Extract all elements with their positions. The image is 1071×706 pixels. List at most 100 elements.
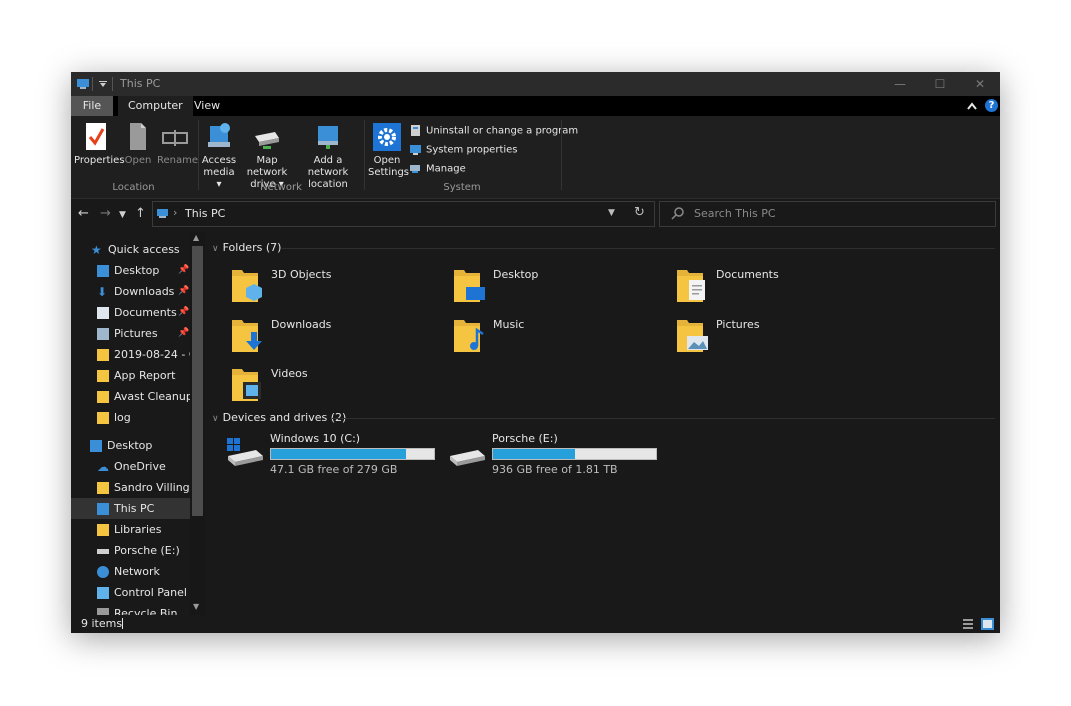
- this-pc-icon: [97, 503, 109, 515]
- libraries-icon: [97, 524, 109, 536]
- drive-label: Porsche (E:): [492, 432, 558, 445]
- nav-qa-desktop[interactable]: Desktop 📌: [97, 260, 190, 281]
- breadcrumb-this-pc[interactable]: This PC: [185, 207, 225, 220]
- add-network-location-label-1: Add a network: [307, 155, 349, 178]
- nav-qa-documents[interactable]: Documents 📌: [97, 302, 190, 323]
- recent-locations-chevron-icon[interactable]: ▼: [119, 209, 126, 222]
- nav-onedrive[interactable]: ☁ OneDrive: [97, 456, 166, 477]
- folder-item-videos[interactable]: Videos: [230, 365, 430, 411]
- nav-qa-log[interactable]: log: [97, 407, 131, 428]
- folder-label: Pictures: [716, 318, 760, 331]
- nav-label: App Report: [114, 369, 176, 382]
- scroll-up-arrow-icon[interactable]: ▲: [193, 233, 199, 242]
- nav-label: Downloads: [114, 285, 175, 298]
- back-arrow-icon[interactable]: ←: [78, 207, 89, 220]
- quick-access-toolbar-dropdown-icon[interactable]: [99, 81, 107, 87]
- tab-computer[interactable]: Computer: [118, 96, 193, 116]
- scrollbar-thumb[interactable]: [192, 246, 203, 516]
- location-group-label: Location: [112, 182, 155, 193]
- pin-icon[interactable]: 📌: [178, 281, 189, 302]
- scroll-down-arrow-icon[interactable]: ▼: [193, 602, 199, 611]
- search-input[interactable]: Search This PC: [659, 201, 996, 227]
- drive-item-e[interactable]: Porsche (E:) 936 GB free of 1.81 TB: [448, 432, 663, 476]
- address-bar[interactable]: › This PC ▼ ↻: [152, 201, 655, 227]
- open-button[interactable]: Open: [123, 122, 153, 167]
- drive-usage-fill: [271, 449, 407, 459]
- nav-this-pc[interactable]: This PC: [71, 498, 190, 519]
- rename-button[interactable]: Rename: [157, 122, 198, 167]
- properties-button[interactable]: Properties: [74, 122, 125, 167]
- drives-section-header[interactable]: ∨ Devices and drives (2): [212, 411, 346, 424]
- nav-user-folder[interactable]: Sandro Villinger: [97, 477, 201, 498]
- desktop-icon: [90, 440, 102, 452]
- open-settings-label-1: Open: [373, 155, 401, 166]
- folder-item-documents[interactable]: Documents: [675, 266, 875, 312]
- cloud-icon: ☁: [97, 460, 109, 474]
- nav-control-panel[interactable]: Control Panel: [97, 582, 187, 603]
- collapse-ribbon-chevron-icon[interactable]: [967, 102, 977, 110]
- nav-qa-avast-cleanup[interactable]: Avast Cleanup: [97, 386, 193, 407]
- ribbon: Properties Open Rename Location Access m…: [71, 116, 1000, 199]
- access-media-button[interactable]: Access media ▾: [201, 122, 237, 191]
- add-network-location-button[interactable]: Add a network location: [297, 122, 359, 191]
- tab-file[interactable]: File: [71, 96, 113, 116]
- nav-label: Sandro Villinger: [114, 481, 201, 494]
- folder-label: Documents: [716, 268, 779, 281]
- pin-icon[interactable]: 📌: [178, 323, 189, 344]
- nav-label: Quick access: [108, 243, 180, 256]
- drive-item-c[interactable]: Windows 10 (C:) 47.1 GB free of 279 GB: [226, 432, 441, 476]
- map-network-drive-button[interactable]: Map network drive ▾: [237, 122, 297, 191]
- uninstall-program-label: Uninstall or change a program: [426, 125, 579, 137]
- nav-desktop[interactable]: Desktop: [90, 435, 152, 456]
- tab-view[interactable]: View: [184, 96, 230, 116]
- navigation-pane: ★ Quick access Desktop 📌 ⬇ Downloads 📌 Docum…: [71, 232, 206, 615]
- desktop-folder-icon: [454, 270, 485, 302]
- folder-item-desktop[interactable]: Desktop: [452, 266, 652, 312]
- nav-quick-access[interactable]: ★ Quick access: [91, 239, 180, 260]
- minimize-button[interactable]: —: [880, 72, 920, 96]
- open-label: Open: [124, 155, 152, 166]
- nav-porsche-drive[interactable]: Porsche (E:): [97, 540, 180, 561]
- nav-pane-scrollbar[interactable]: ▲ ▼: [190, 232, 205, 615]
- uninstall-program-icon: [411, 125, 420, 136]
- system-properties-label: System properties: [426, 144, 518, 156]
- nav-qa-app-report[interactable]: App Report: [97, 365, 175, 386]
- documents-folder-icon: [677, 270, 705, 302]
- nav-libraries[interactable]: Libraries: [97, 519, 162, 540]
- nav-qa-downloads[interactable]: ⬇ Downloads 📌: [97, 281, 190, 302]
- folder-item-3d-objects[interactable]: 3D Objects: [230, 266, 430, 312]
- drive-icon: [450, 450, 485, 466]
- refresh-icon[interactable]: ↻: [634, 205, 645, 220]
- videos-folder-icon: [232, 369, 261, 401]
- system-group-label: System: [443, 182, 481, 193]
- network-group-label: Network: [260, 182, 302, 193]
- pin-icon[interactable]: 📌: [178, 302, 189, 323]
- help-button[interactable]: ?: [985, 99, 998, 112]
- manage-button[interactable]: Manage: [409, 162, 466, 175]
- address-dropdown-icon[interactable]: ▼: [608, 208, 615, 218]
- nav-qa-folder[interactable]: 2019-08-24 - Cle: [97, 344, 190, 365]
- pin-icon[interactable]: 📌: [178, 260, 189, 281]
- folder-item-downloads[interactable]: Downloads: [230, 316, 430, 362]
- up-arrow-icon[interactable]: ↑: [135, 207, 146, 220]
- nav-network[interactable]: Network: [97, 561, 160, 582]
- folder-icon: [97, 349, 109, 361]
- uninstall-program-button[interactable]: Uninstall or change a program: [409, 124, 578, 137]
- folder-item-music[interactable]: Music: [452, 316, 652, 362]
- details-view-icon[interactable]: [962, 618, 974, 630]
- nav-label: Pictures: [114, 327, 158, 340]
- nav-recycle-bin[interactable]: Recycle Bin: [97, 603, 177, 615]
- nav-qa-pictures[interactable]: Pictures 📌: [97, 323, 190, 344]
- properties-icon: [86, 123, 106, 150]
- folders-section-header[interactable]: ∨ Folders (7): [212, 241, 281, 254]
- folder-item-pictures[interactable]: Pictures: [675, 316, 875, 362]
- large-icons-view-icon[interactable]: [981, 618, 994, 630]
- system-properties-button[interactable]: System properties: [409, 143, 518, 156]
- download-arrow-icon: ⬇: [97, 285, 108, 299]
- forward-arrow-icon[interactable]: →: [100, 207, 111, 220]
- close-button[interactable]: ✕: [960, 72, 1000, 96]
- open-settings-button[interactable]: Open Settings: [368, 122, 409, 179]
- maximize-button[interactable]: ☐: [920, 72, 960, 96]
- drive-usage-fill: [493, 449, 575, 459]
- nav-label: Desktop: [114, 264, 160, 277]
